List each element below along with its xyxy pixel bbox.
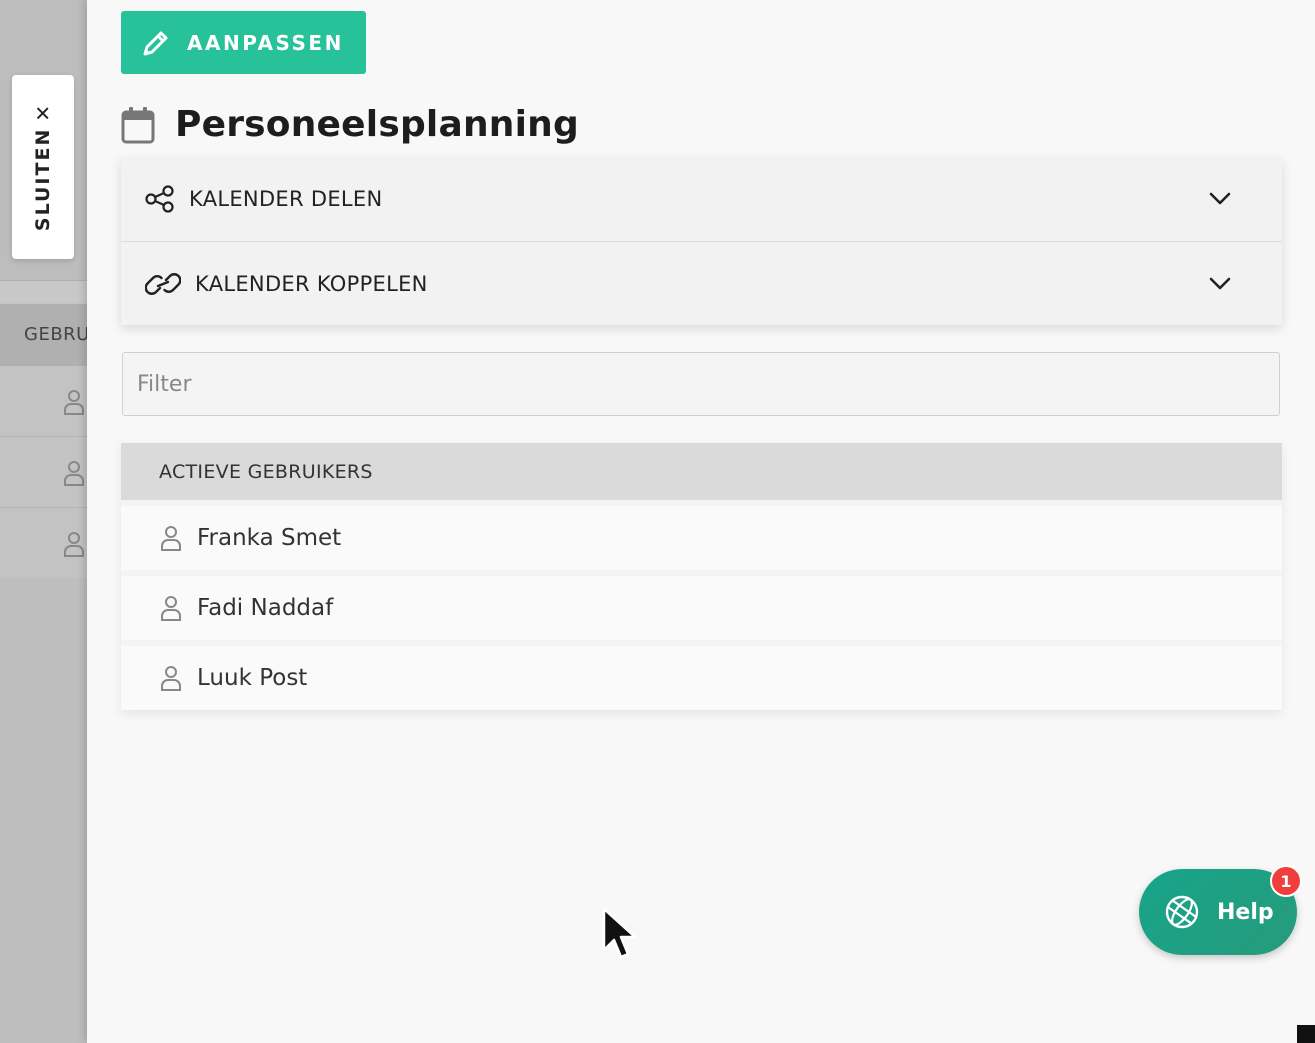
edit-button-label: AANPASSEN [187,30,344,55]
list-header: ACTIEVE GEBRUIKERS [121,443,1282,500]
accordion-item-kalender-delen[interactable]: KALENDER DELEN [121,157,1282,241]
chevron-down-icon [1209,192,1231,205]
background-row [0,366,100,437]
list-item[interactable]: Fadi Naddaf [121,576,1282,640]
side-panel: AANPASSEN Personeelsplanning KALENDER DE… [87,0,1315,1043]
title-row: Personeelsplanning [121,104,579,145]
list-item[interactable]: Luuk Post [121,646,1282,710]
panel-corner [1297,1025,1315,1043]
chevron-down-icon [1209,277,1231,290]
user-icon [64,532,84,557]
user-icon [161,596,181,621]
background-row [0,508,100,579]
background-lower [0,578,100,1043]
user-name: Fadi Naddaf [197,595,334,621]
active-users-list: ACTIEVE GEBRUIKERS Franka Smet Fadi Nadd… [121,443,1282,710]
globe-icon [1165,895,1199,929]
page-title: Personeelsplanning [175,104,579,145]
calendar-icon [121,106,155,143]
accordion-label: KALENDER KOPPELEN [195,271,428,296]
edit-button[interactable]: AANPASSEN [121,11,366,74]
user-icon [64,461,84,486]
mouse-cursor-icon [602,907,637,959]
help-label: Help [1217,899,1274,925]
user-icon [161,526,181,551]
accordion: KALENDER DELEN KALENDER KOPPELEN [121,157,1282,325]
share-icon [145,185,174,213]
user-icon [64,390,84,415]
close-icon: ✕ [31,102,55,122]
background-table-header: GEBRU [0,304,100,366]
accordion-label: KALENDER DELEN [189,187,383,211]
close-panel-tab[interactable]: SLUITEN ✕ [12,75,74,259]
link-icon [145,272,181,295]
user-name: Luuk Post [197,665,308,691]
accordion-item-kalender-koppelen[interactable]: KALENDER KOPPELEN [121,241,1282,325]
background-strip [0,280,100,303]
user-name: Franka Smet [197,525,342,551]
background-header-text: GEBRU [24,324,90,345]
close-tab-label: SLUITEN [32,127,54,232]
list-item[interactable]: Franka Smet [121,506,1282,570]
filter-input[interactable] [122,352,1280,416]
notification-badge: 1 [1270,865,1302,897]
background-row [0,437,100,508]
user-icon [161,666,181,691]
pencil-icon [143,31,168,55]
